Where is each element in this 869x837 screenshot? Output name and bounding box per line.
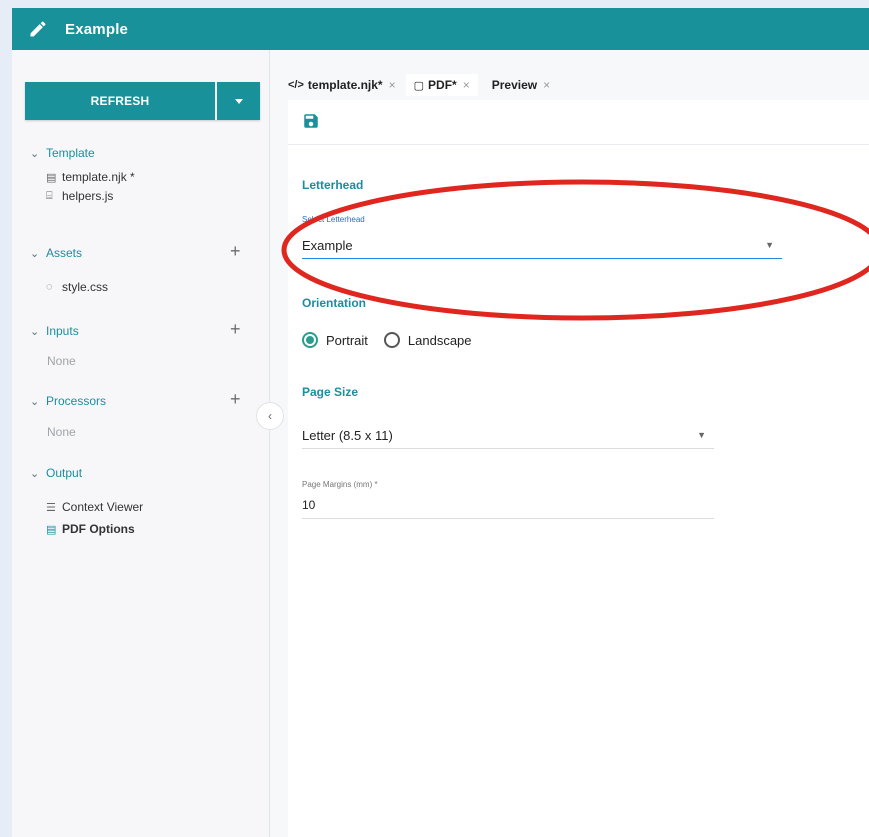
- page-size-value: Letter (8.5 x 11): [302, 427, 393, 443]
- letterhead-select[interactable]: Example ▼: [302, 232, 782, 259]
- tab-template-njk[interactable]: </> template.njk* ×: [288, 78, 396, 92]
- collapse-sidebar-button[interactable]: ‹: [256, 402, 284, 430]
- output-pdf-options[interactable]: ▤ PDF Options: [46, 522, 135, 536]
- document-icon: ▢: [413, 79, 425, 92]
- add-processor-button[interactable]: +: [230, 389, 241, 410]
- close-icon[interactable]: ×: [389, 78, 396, 92]
- output-context-viewer[interactable]: ☰ Context Viewer: [46, 500, 143, 514]
- output-item-label: PDF Options: [62, 522, 135, 536]
- tab-label: template.njk*: [307, 78, 383, 92]
- section-inputs[interactable]: ⌄ Inputs: [30, 324, 79, 338]
- close-icon[interactable]: ×: [463, 78, 470, 92]
- tab-label: Preview: [491, 78, 538, 92]
- tab-label: PDF*: [428, 78, 457, 92]
- file-label: style.css: [62, 280, 109, 294]
- section-assets[interactable]: ⌄ Assets: [30, 246, 82, 260]
- inputs-empty-text: None: [47, 354, 76, 368]
- tab-preview[interactable]: Preview ×: [492, 78, 550, 92]
- chevron-down-icon: ⌄: [30, 467, 40, 480]
- pencil-icon[interactable]: [26, 17, 50, 41]
- output-item-label: Context Viewer: [62, 500, 144, 514]
- orientation-radio-group: Portrait Landscape: [302, 332, 488, 348]
- tab-pdf[interactable]: ▢ PDF* ×: [405, 74, 478, 96]
- radio-landscape[interactable]: [383, 332, 400, 348]
- section-processors-label: Processors: [46, 394, 107, 408]
- refresh-button-group: REFRESH: [25, 82, 260, 120]
- chevron-down-icon: ⌄: [30, 147, 40, 160]
- chevron-down-icon: ⌄: [30, 247, 40, 260]
- letterhead-heading: Letterhead: [302, 178, 364, 192]
- section-inputs-label: Inputs: [46, 324, 79, 338]
- orientation-heading: Orientation: [302, 296, 367, 310]
- caret-down-icon: [234, 98, 243, 104]
- section-template-label: Template: [46, 146, 95, 160]
- close-icon[interactable]: ×: [543, 78, 550, 92]
- file-icon: ▤: [46, 171, 57, 184]
- chevron-down-icon: ⌄: [30, 395, 40, 408]
- section-processors[interactable]: ⌄ Processors: [30, 394, 106, 408]
- editor-toolbar: [288, 100, 869, 145]
- refresh-button[interactable]: REFRESH: [25, 82, 217, 120]
- chevron-down-icon: ⌄: [30, 325, 40, 338]
- code-icon: </>: [288, 79, 304, 91]
- radio-portrait-label[interactable]: Portrait: [326, 333, 368, 348]
- section-template[interactable]: ⌄ Template: [30, 146, 95, 160]
- palette-icon: ◌: [46, 281, 53, 293]
- caret-down-icon: ▼: [697, 430, 706, 440]
- chevron-left-icon: ‹: [268, 409, 272, 423]
- page-size-heading: Page Size: [302, 385, 359, 399]
- radio-portrait[interactable]: [302, 332, 318, 348]
- section-output[interactable]: ⌄ Output: [30, 466, 82, 480]
- file-template-njk[interactable]: ▤ template.njk *: [46, 170, 135, 184]
- page-margins-input[interactable]: 10: [302, 498, 714, 519]
- pdf-options-panel: Letterhead Select Letterhead Example ▼ O…: [288, 100, 869, 837]
- refresh-dropdown-button[interactable]: [217, 82, 260, 120]
- letterhead-select-label: Select Letterhead: [302, 215, 365, 224]
- editor-tabs: </> template.njk* × ▢ PDF* × Preview ×: [288, 72, 564, 98]
- list-icon: ☰: [46, 501, 56, 514]
- file-helpers-js[interactable]: ⌸ helpers.js: [46, 189, 113, 203]
- processors-empty-text: None: [47, 425, 76, 439]
- app-bar: Example: [12, 8, 869, 50]
- section-assets-label: Assets: [46, 246, 83, 260]
- page-size-select[interactable]: Letter (8.5 x 11) ▼: [302, 422, 714, 449]
- radio-landscape-label[interactable]: Landscape: [408, 333, 472, 348]
- file-style-css[interactable]: ◌ style.css: [46, 280, 108, 294]
- app-title: Example: [65, 20, 129, 38]
- main-panel: </> template.njk* × ▢ PDF* × Preview × L…: [270, 50, 869, 837]
- add-asset-button[interactable]: +: [230, 241, 241, 262]
- document-icon: ▤: [46, 523, 57, 536]
- sidebar: REFRESH ⌄ Template ▤ template.njk * ⌸ he…: [12, 50, 270, 837]
- file-label: helpers.js: [62, 189, 114, 203]
- script-icon: ⌸: [46, 189, 53, 202]
- save-icon[interactable]: [302, 112, 320, 130]
- caret-down-icon: ▼: [765, 240, 774, 250]
- section-output-label: Output: [46, 466, 83, 480]
- letterhead-value: Example: [302, 237, 353, 253]
- page-margins-label: Page Margins (mm) *: [302, 480, 378, 489]
- file-label: template.njk *: [62, 170, 135, 184]
- add-input-button[interactable]: +: [230, 319, 241, 340]
- app-window: Example REFRESH ⌄ Template ▤ template.nj…: [12, 8, 869, 837]
